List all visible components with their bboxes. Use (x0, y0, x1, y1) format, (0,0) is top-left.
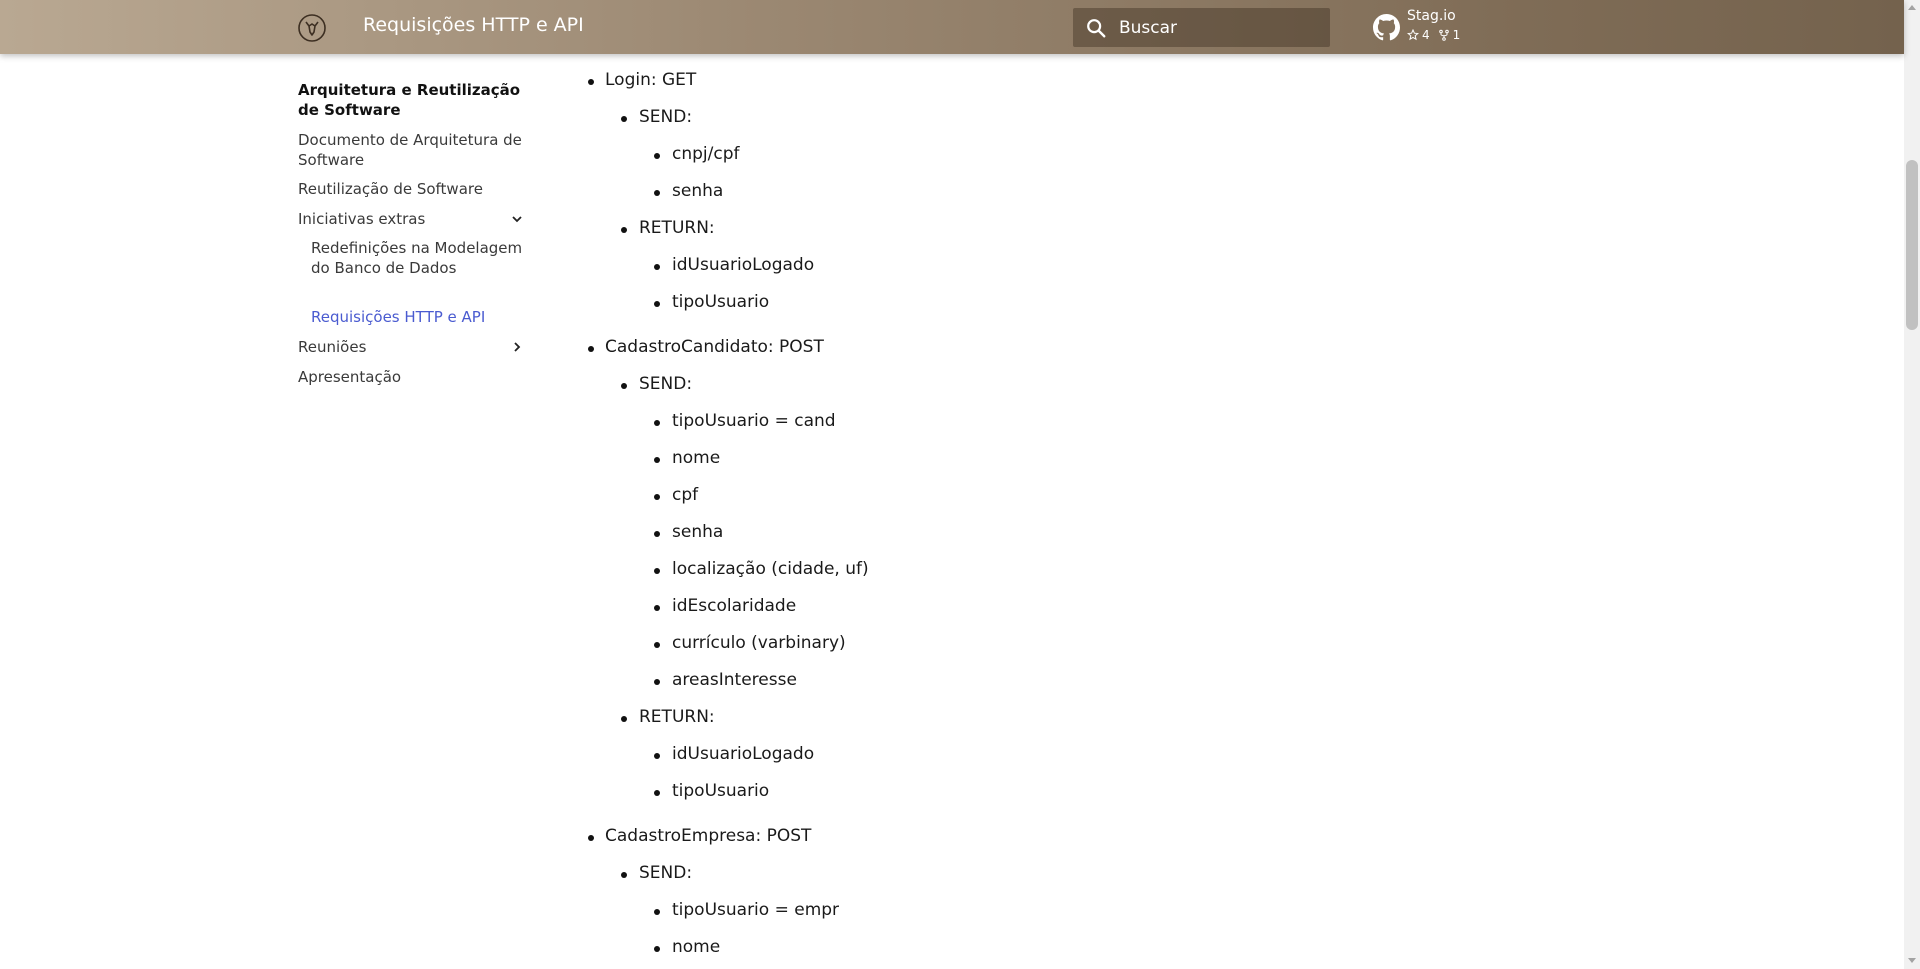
bullet (621, 716, 627, 722)
star-icon (1407, 29, 1419, 41)
forks-count: 1 (1438, 28, 1461, 42)
repo-stats: 4 1 (1407, 28, 1460, 42)
cand-return-label: RETURN: (639, 707, 715, 727)
sidebar-item-documento-arquitetura[interactable]: Documento de Arquitetura de Software (298, 130, 538, 170)
bullet (654, 753, 660, 759)
list-item: tipoUsuario (672, 781, 770, 801)
bullet (621, 116, 627, 122)
bullet (654, 301, 660, 307)
bullet (654, 568, 660, 574)
list-item: areasInteresse (672, 670, 797, 690)
emp-send-label: SEND: (639, 863, 693, 883)
list-item: cpf (672, 485, 699, 505)
bullet (588, 79, 594, 85)
cand-send-label: SEND: (639, 374, 693, 394)
bullet (588, 346, 594, 352)
endpoint-login-title: Login: GET (605, 70, 697, 90)
sidebar-section-title[interactable]: Arquitetura e Reutilização de Software (298, 80, 538, 120)
bullet (654, 494, 660, 500)
stars-count: 4 (1407, 28, 1430, 42)
chevron-right-icon[interactable] (510, 340, 524, 354)
list-item: idUsuarioLogado (672, 255, 815, 275)
bullet (654, 605, 660, 611)
list-item: tipoUsuario = cand (672, 411, 836, 431)
fork-icon (1438, 29, 1449, 41)
sidebar-item-iniciativas-extras[interactable]: Iniciativas extras (298, 209, 532, 229)
sidebar-item-reutilizacao[interactable]: Reutilização de Software (298, 179, 538, 199)
bullet (654, 790, 660, 796)
sidebar-item-label: Iniciativas extras (298, 210, 426, 228)
sidebar-item-reunioes[interactable]: Reuniões (298, 337, 532, 357)
list-item: idEscolaridade (672, 596, 797, 616)
bullet (654, 642, 660, 648)
search-box[interactable] (1073, 8, 1330, 47)
endpoint-cadastro-empresa-title: CadastroEmpresa: POST (605, 826, 812, 846)
search-input[interactable] (1119, 8, 1319, 47)
scrollbar-thumb[interactable] (1906, 160, 1918, 330)
list-item: nome (672, 937, 721, 957)
list-item: cnpj/cpf (672, 144, 740, 164)
login-send-label: SEND: (639, 107, 693, 127)
bullet (654, 679, 660, 685)
repository-link[interactable]: Stag.io 4 1 (1373, 8, 1473, 48)
bullet (654, 420, 660, 426)
bullet (621, 383, 627, 389)
bullet (654, 264, 660, 270)
stars-value: 4 (1422, 28, 1430, 42)
list-item: senha (672, 181, 724, 201)
sidebar-subitem-requisicoes[interactable]: Requisições HTTP e API (311, 307, 526, 327)
bullet (588, 835, 594, 841)
list-item: nome (672, 448, 721, 468)
login-return-label: RETURN: (639, 218, 715, 238)
forks-value: 1 (1452, 28, 1461, 42)
scroll-down-arrow-icon[interactable] (1907, 957, 1917, 965)
scrollbar-track[interactable] (1904, 0, 1920, 969)
list-item: localização (cidade, uf) (672, 559, 869, 579)
search-icon[interactable] (1085, 17, 1107, 39)
list-item: tipoUsuario = empr (672, 900, 840, 920)
bullet (654, 531, 660, 537)
list-item: idUsuarioLogado (672, 744, 815, 764)
bullet (621, 872, 627, 878)
logo-icon[interactable] (297, 13, 327, 43)
scroll-up-arrow-icon[interactable] (1907, 3, 1917, 11)
bullet (654, 909, 660, 915)
chevron-down-icon[interactable] (510, 212, 524, 226)
list-item: currículo (varbinary) (672, 633, 846, 653)
list-item: tipoUsuario (672, 292, 770, 312)
list-item: senha (672, 522, 724, 542)
sidebar-item-apresentacao[interactable]: Apresentação (298, 367, 538, 387)
endpoint-cadastro-candidato-title: CadastroCandidato: POST (605, 337, 824, 357)
top-app-bar: Requisições HTTP e API Stag.io 4 1 (0, 0, 1904, 54)
repo-name: Stag.io (1407, 8, 1456, 24)
page-title: Requisições HTTP e API (363, 14, 584, 36)
bullet (654, 153, 660, 159)
bullet (621, 227, 627, 233)
sidebar-subitem-redefinicoes[interactable]: Redefinições na Modelagem do Banco de Da… (311, 238, 526, 278)
bullet (654, 946, 660, 952)
github-icon[interactable] (1373, 14, 1400, 41)
bullet (654, 190, 660, 196)
bullet (654, 457, 660, 463)
sidebar-item-label: Reuniões (298, 338, 367, 356)
